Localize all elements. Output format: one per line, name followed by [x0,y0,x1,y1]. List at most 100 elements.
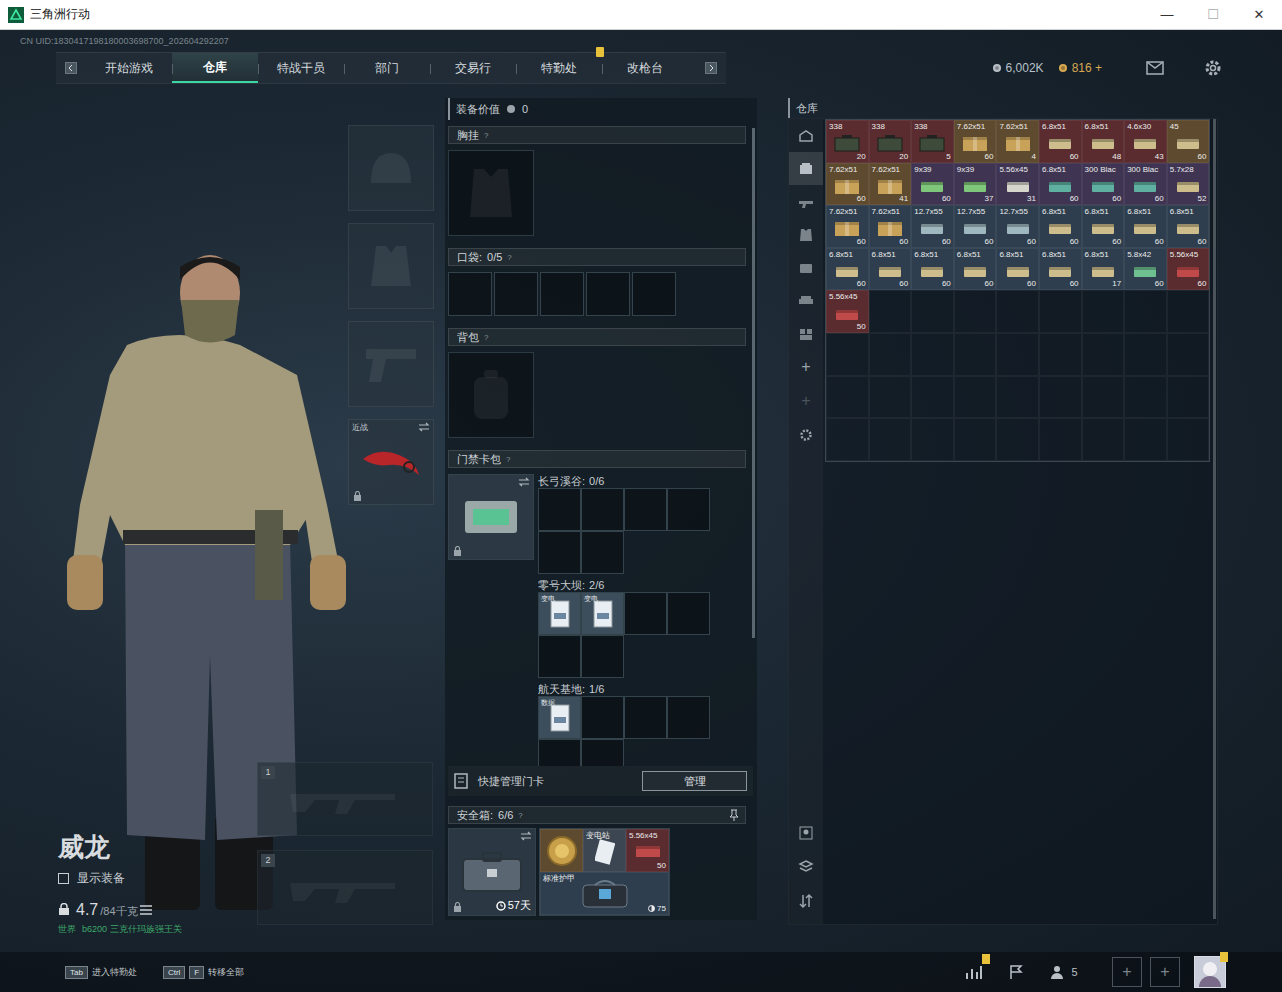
empty-cell[interactable] [1124,418,1167,461]
ammo-item[interactable]: 5.8x4260 [1124,248,1167,291]
team-slot[interactable]: + [1112,957,1142,987]
ammo-item[interactable]: 7.62x5141 [869,163,912,206]
ammo-item[interactable]: 33820 [826,120,869,163]
ammo-item[interactable]: 6.8x5160 [954,248,997,291]
empty-cell[interactable] [996,290,1039,333]
weapon-slot[interactable]: 1 [257,762,433,836]
ammo-item[interactable]: 7.62x5160 [826,163,869,206]
empty-cell[interactable] [1082,290,1125,333]
ammo-item[interactable]: 9x3937 [954,163,997,206]
warehouse-tab[interactable] [789,152,823,185]
nav-tab[interactable]: 特勤处 [516,53,602,83]
scrollbar[interactable] [752,128,755,638]
friends-button[interactable]: 5 [1044,958,1084,986]
warehouse-tab[interactable] [789,317,823,350]
keycard-slot[interactable] [538,739,581,766]
keycard-slot[interactable] [581,488,624,531]
ammo-item[interactable]: 7.62x5160 [954,120,997,163]
keycard-slot[interactable] [667,488,710,531]
keycard[interactable]: 变电 [581,592,624,635]
ammo-item[interactable]: 6.8x5160 [1039,120,1082,163]
keycard-slot[interactable] [581,739,624,766]
empty-cell[interactable] [1039,333,1082,376]
warehouse-tab[interactable] [789,185,823,218]
ammo-item[interactable]: 7.62x5160 [869,205,912,248]
nav-tab[interactable]: 仓库 [172,53,258,83]
safebox-case[interactable]: 57天 [448,828,536,916]
empty-cell[interactable] [869,376,912,419]
nav-tab[interactable]: 部门 [344,53,430,83]
empty-cell[interactable] [1039,376,1082,419]
layers-icon[interactable] [798,859,814,875]
ammo-item[interactable]: 300 Blac60 [1082,163,1125,206]
keycard[interactable]: 变电 [538,592,581,635]
keycard-slot[interactable] [581,531,624,574]
ammo-item[interactable]: 5.56x4560 [1167,248,1210,291]
swap-icon[interactable] [418,422,430,432]
chest-rig-slot[interactable] [448,150,534,236]
pocket-slot[interactable] [632,272,676,316]
pin-icon[interactable] [729,809,739,821]
empty-cell[interactable] [996,376,1039,419]
nav-tab[interactable]: 开始游戏 [86,53,172,83]
next-page-icon[interactable] [705,62,717,74]
medal-item[interactable] [540,829,583,872]
keycard-slot[interactable] [581,635,624,678]
team-slot[interactable]: + [1150,957,1180,987]
empty-cell[interactable] [911,418,954,461]
ammo-item[interactable]: 6.8x5160 [911,248,954,291]
ammo-item[interactable]: 12.7x5560 [911,205,954,248]
empty-cell[interactable] [1167,376,1210,419]
add-page-button[interactable]: + [789,384,823,418]
warehouse-tab[interactable] [789,251,823,284]
ammo-item[interactable]: 6.8x5160 [996,248,1039,291]
ammo-item[interactable]: 33820 [869,120,912,163]
empty-cell[interactable] [1167,333,1210,376]
pistol-slot[interactable] [348,321,434,407]
ammo-item[interactable]: 6.8x5160 [1082,205,1125,248]
empty-cell[interactable] [826,376,869,419]
armor-item[interactable]: 标准护甲75 [540,872,669,915]
add-page-button[interactable]: + [789,350,823,384]
empty-cell[interactable] [954,290,997,333]
operator-icon[interactable] [798,825,814,841]
empty-cell[interactable] [869,333,912,376]
ammo-item[interactable]: 7.62x5160 [826,205,869,248]
armor-slot[interactable] [348,223,434,309]
ammo-item[interactable]: 4.6x3043 [1124,120,1167,163]
helmet-slot[interactable] [348,125,434,211]
ammo-item[interactable]: 6.8x5160 [1167,205,1210,248]
empty-cell[interactable] [1167,418,1210,461]
keycard-slot[interactable] [624,592,667,635]
ammo-item[interactable]: 5.7x2852 [1167,163,1210,206]
prev-page-icon[interactable] [65,62,77,74]
settings-gear-icon[interactable] [799,428,813,442]
empty-cell[interactable] [996,418,1039,461]
empty-cell[interactable] [954,418,997,461]
empty-cell[interactable] [1082,333,1125,376]
pocket-slot[interactable] [586,272,630,316]
ammo-item[interactable]: 6.8x5160 [1039,248,1082,291]
warehouse-tab[interactable] [789,218,823,251]
empty-cell[interactable] [1124,333,1167,376]
weapon-slot[interactable]: 2 [257,850,433,925]
nav-tab[interactable]: 交易行 [430,53,516,83]
keycard-slot[interactable] [624,488,667,531]
keycard-slot[interactable] [538,635,581,678]
backpack-slot[interactable] [448,352,534,438]
nav-tab[interactable]: 改枪台 [602,53,688,83]
ammo-item[interactable]: 3385 [911,120,954,163]
empty-cell[interactable] [1082,376,1125,419]
keycard-item[interactable]: 变电站 [583,829,626,872]
swap-icon[interactable] [520,831,532,841]
settings-gear-icon[interactable] [1204,59,1222,77]
empty-cell[interactable] [869,418,912,461]
warehouse-tab[interactable] [789,284,823,317]
empty-cell[interactable] [911,376,954,419]
empty-cell[interactable] [954,376,997,419]
shortcut-hint[interactable]: CtrlF转移全部 [163,966,244,979]
ammo-item[interactable]: 6.8x5160 [1039,163,1082,206]
minimize-button[interactable]: — [1144,0,1190,29]
scrollbar[interactable] [1213,119,1216,919]
empty-cell[interactable] [911,333,954,376]
